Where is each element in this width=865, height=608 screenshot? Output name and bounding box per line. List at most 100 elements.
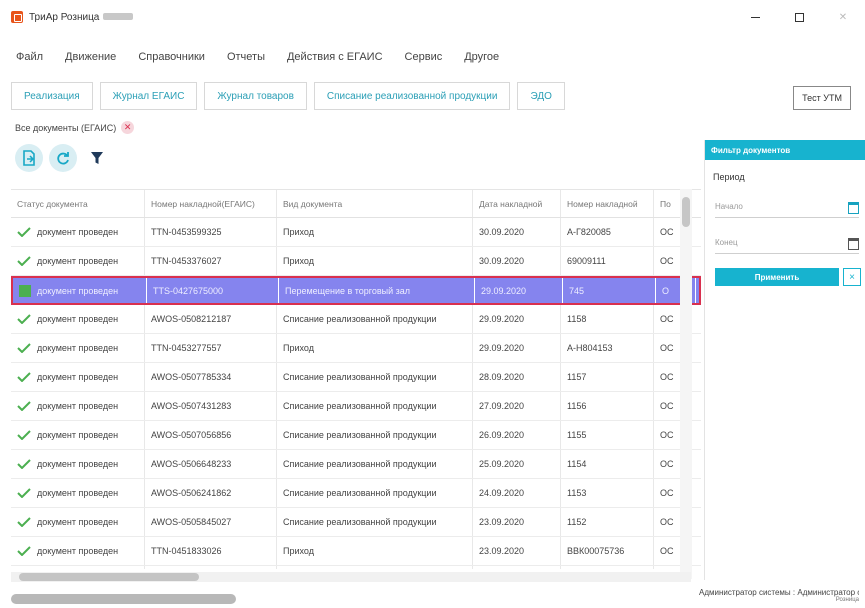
apply-filter-button[interactable]: Применить (715, 268, 839, 286)
status-text: документ проведен (37, 546, 119, 556)
close-icon[interactable]: ✕ (121, 121, 135, 134)
horizontal-scroll-thumb[interactable] (19, 573, 199, 581)
cell-status: документ проведен (11, 218, 145, 246)
menu-item-movement[interactable]: Движение (65, 51, 116, 63)
check-icon (17, 401, 31, 411)
horizontal-scrollbar[interactable] (11, 572, 691, 582)
refresh-button[interactable] (49, 144, 77, 172)
window-scrollbar[interactable] (11, 594, 236, 604)
cell-date: 26.09.2020 (473, 421, 561, 449)
cell-doc-type: Списание реализованной продукции (277, 305, 473, 333)
calendar-icon[interactable] (848, 202, 859, 214)
tab-edo[interactable]: ЭДО (517, 82, 565, 110)
cell-number: 69008892 (561, 566, 654, 569)
column-header-status[interactable]: Статус документа (11, 190, 145, 217)
cell-number: 1155 (561, 421, 654, 449)
cell-number: 1158 (561, 305, 654, 333)
tab-egais-journal[interactable]: Журнал ЕГАИС (99, 82, 198, 110)
table-row[interactable]: документ проведенTTN-0451705331Приход23.… (11, 566, 701, 569)
cell-egais-number: AWOS-0506648233 (145, 450, 277, 478)
cell-egais-number: AWOS-0507785334 (145, 363, 277, 391)
cell-status: документ проведен (11, 421, 145, 449)
maximize-button[interactable] (777, 0, 821, 34)
check-icon (17, 314, 31, 324)
cell-status: документ проведен (11, 247, 145, 275)
test-utm-button[interactable]: Тест УТМ (793, 86, 851, 110)
table-row[interactable]: документ проведен TTN-0453277557 Приход 29.… (11, 334, 701, 363)
cell-status: документ проведен (11, 479, 145, 507)
status-text: документ проведен (37, 256, 119, 266)
table-header: Статус документа Номер накладной(ЕГАИС) … (11, 190, 701, 218)
cell-number: А-Г820085 (561, 218, 654, 246)
close-window-button[interactable]: ✕ (821, 0, 865, 34)
table-row[interactable]: документ проведен AWOS-0505845027 Списание… (11, 508, 701, 537)
menu-item-reports[interactable]: Отчеты (227, 51, 265, 63)
table-row[interactable]: документ проведен TTN-0453599325 Приход 30.… (11, 218, 701, 247)
column-header-egais-number[interactable]: Номер накладной(ЕГАИС) (145, 190, 277, 217)
maximize-icon (794, 12, 804, 22)
tab-goods-journal[interactable]: Журнал товаров (204, 82, 307, 110)
cell-number: ВВК00075736 (561, 537, 654, 565)
column-header-date[interactable]: Дата накладной (473, 190, 561, 217)
table-row[interactable]: документ проведен TTN-0453376027 Приход 30.… (11, 247, 701, 276)
cell-egais-number: AWOS-0505845027 (145, 508, 277, 536)
minimize-icon (750, 16, 760, 18)
status-text: документ проведен (37, 401, 119, 411)
table-row[interactable]: документ проведен AWOS-0507056856 Списание… (11, 421, 701, 450)
export-button[interactable] (15, 144, 43, 172)
minimize-button[interactable] (733, 0, 777, 34)
cell-egais-number: AWOS-0508212187 (145, 305, 277, 333)
check-icon (17, 517, 31, 527)
cell-date: 30.09.2020 (473, 247, 561, 275)
table-row[interactable]: документ проведен AWOS-0507431283 Списание… (11, 392, 701, 421)
cell-status: документ проведен (11, 363, 145, 391)
cell-number: 1154 (561, 450, 654, 478)
menu-item-other[interactable]: Другое (464, 51, 499, 63)
menu-item-references[interactable]: Справочники (138, 51, 205, 63)
table-row[interactable]: документ проведен AWOS-0507785334 Списание… (11, 363, 701, 392)
filter-panel: Фильтр документов Период Начало Конец Пр… (704, 140, 865, 580)
cell-status: документ проведен (11, 508, 145, 536)
filter-button[interactable] (83, 144, 111, 172)
vertical-scroll-thumb[interactable] (682, 197, 690, 227)
calendar-icon[interactable] (848, 238, 859, 250)
menu-bar: Файл Движение Справочники Отчеты Действи… (16, 51, 521, 63)
menu-item-file[interactable]: Файл (16, 51, 43, 63)
table-row[interactable]: документ проведен AWOS-0506241862 Списание… (11, 479, 701, 508)
filter-panel-title: Фильтр документов (705, 140, 865, 160)
cell-date: 28.09.2020 (473, 363, 561, 391)
start-date-field[interactable]: Начало (715, 202, 859, 218)
cell-egais-number: TTN-0453376027 (145, 247, 277, 275)
column-header-doc-type[interactable]: Вид документа (277, 190, 473, 217)
clear-filter-button[interactable]: × (843, 268, 861, 286)
end-date-placeholder: Конец (715, 238, 738, 247)
app-logo-icon (11, 11, 23, 23)
cell-egais-number: TTN-0453599325 (145, 218, 277, 246)
status-text: документ проведен (37, 343, 119, 353)
menu-item-service[interactable]: Сервис (405, 51, 443, 63)
cell-number: 1156 (561, 392, 654, 420)
status-text: документ проведен (37, 285, 119, 296)
tab-write-off[interactable]: Списание реализованной продукции (313, 82, 511, 110)
table-body: документ проведен TTN-0453599325 Приход 30.… (11, 218, 701, 569)
vertical-scrollbar[interactable] (680, 189, 692, 579)
cell-date: 27.09.2020 (473, 392, 561, 420)
cell-doc-type: Приход (277, 218, 473, 246)
end-date-field[interactable]: Конец (715, 238, 859, 254)
breadcrumb-label[interactable]: Все документы (ЕГАИС) (15, 123, 116, 133)
table-row-selected[interactable]: документ проведен TTS-0427675000 Перемещен… (11, 276, 701, 305)
menu-item-egais-actions[interactable]: Действия с ЕГАИС (287, 51, 383, 63)
table-row[interactable]: документ проведен AWOS-0506648233 Списание… (11, 450, 701, 479)
cell-date: 23.09.2020 (473, 537, 561, 565)
cell-date: 29.09.2020 (473, 334, 561, 362)
column-header-number[interactable]: Номер накладной (561, 190, 654, 217)
cell-status: документ проведен (11, 305, 145, 333)
table-row[interactable]: документ проведен TTN-0451833026 Приход 23.… (11, 537, 701, 566)
table-row[interactable]: документ проведен AWOS-0508212187 Списание… (11, 305, 701, 334)
refresh-icon (57, 152, 69, 165)
cell-egais-number: AWOS-0506241862 (145, 479, 277, 507)
checkbox-icon (19, 284, 31, 297)
documents-table: Статус документа Номер накладной(ЕГАИС) … (11, 189, 701, 569)
tab-sales[interactable]: Реализация (11, 82, 93, 110)
cell-doc-type: Списание реализованной продукции (277, 363, 473, 391)
